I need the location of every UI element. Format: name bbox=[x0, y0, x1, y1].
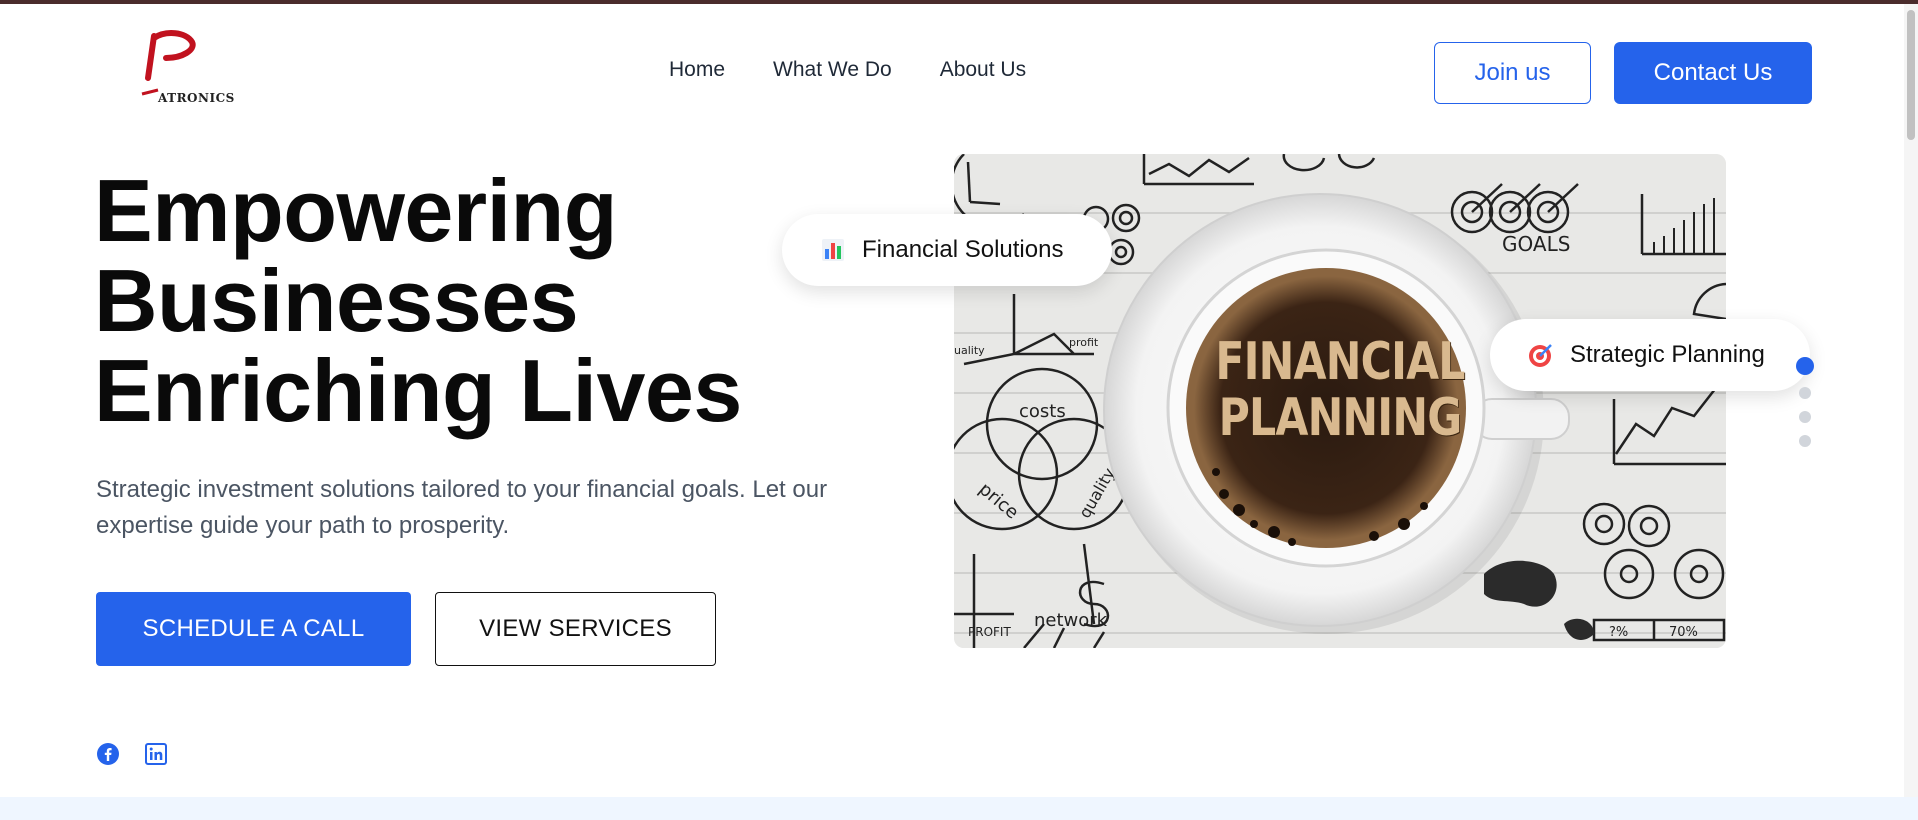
view-services-button[interactable]: VIEW SERVICES bbox=[435, 592, 716, 666]
carousel-dot-2[interactable] bbox=[1799, 387, 1811, 399]
schedule-call-button[interactable]: SCHEDULE A CALL bbox=[96, 592, 411, 666]
percent-a-label: ?% bbox=[1609, 625, 1628, 640]
carousel-dots bbox=[1796, 357, 1814, 447]
hero-title-line1: Empowering bbox=[94, 161, 618, 260]
hero-title: Empowering Businesses Enriching Lives bbox=[94, 166, 814, 436]
nav-about-us[interactable]: About Us bbox=[940, 58, 1026, 82]
hero-description: Strategic investment solutions tailored … bbox=[96, 476, 828, 539]
target-icon bbox=[1528, 342, 1554, 368]
social-links bbox=[96, 742, 168, 766]
financial-solutions-pill: Financial Solutions bbox=[782, 214, 1112, 286]
contact-us-button[interactable]: Contact Us bbox=[1614, 42, 1812, 104]
nav-home[interactable]: Home bbox=[669, 58, 725, 82]
join-us-button[interactable]: Join us bbox=[1434, 42, 1591, 104]
scrollbar-thumb[interactable] bbox=[1907, 10, 1915, 140]
facebook-icon[interactable] bbox=[96, 742, 120, 766]
costs-label: costs bbox=[1019, 401, 1066, 422]
goals-label: GOALS bbox=[1502, 232, 1570, 256]
carousel-dot-4[interactable] bbox=[1799, 435, 1811, 447]
top-border bbox=[0, 0, 1918, 4]
percent-b-label: 70% bbox=[1669, 625, 1698, 640]
main-nav: Home What We Do About Us bbox=[669, 58, 1026, 82]
profit-label: PROFIT bbox=[968, 625, 1011, 639]
page-scrollbar[interactable] bbox=[1904, 4, 1918, 797]
profit-axis-label: profit bbox=[1069, 336, 1099, 349]
network-label: network bbox=[1034, 610, 1108, 631]
logo-text: ATRONICS bbox=[158, 91, 235, 105]
nav-what-we-do[interactable]: What We Do bbox=[773, 58, 892, 82]
strategic-planning-label: Strategic Planning bbox=[1570, 341, 1765, 368]
next-section-band bbox=[0, 797, 1918, 820]
carousel-dot-3[interactable] bbox=[1799, 411, 1811, 423]
brand-logo[interactable]: ATRONICS bbox=[96, 28, 256, 112]
strategic-planning-pill: Strategic Planning bbox=[1490, 319, 1810, 391]
quality-axis-label: uality bbox=[954, 344, 985, 357]
hero-title-line3: Enriching Lives bbox=[94, 341, 742, 440]
financial-solutions-label: Financial Solutions bbox=[862, 236, 1064, 263]
hero-title-line2: Businesses bbox=[94, 251, 579, 350]
bar-chart-icon bbox=[820, 237, 846, 263]
carousel-dot-1[interactable] bbox=[1796, 357, 1814, 375]
linkedin-icon[interactable] bbox=[144, 742, 168, 766]
